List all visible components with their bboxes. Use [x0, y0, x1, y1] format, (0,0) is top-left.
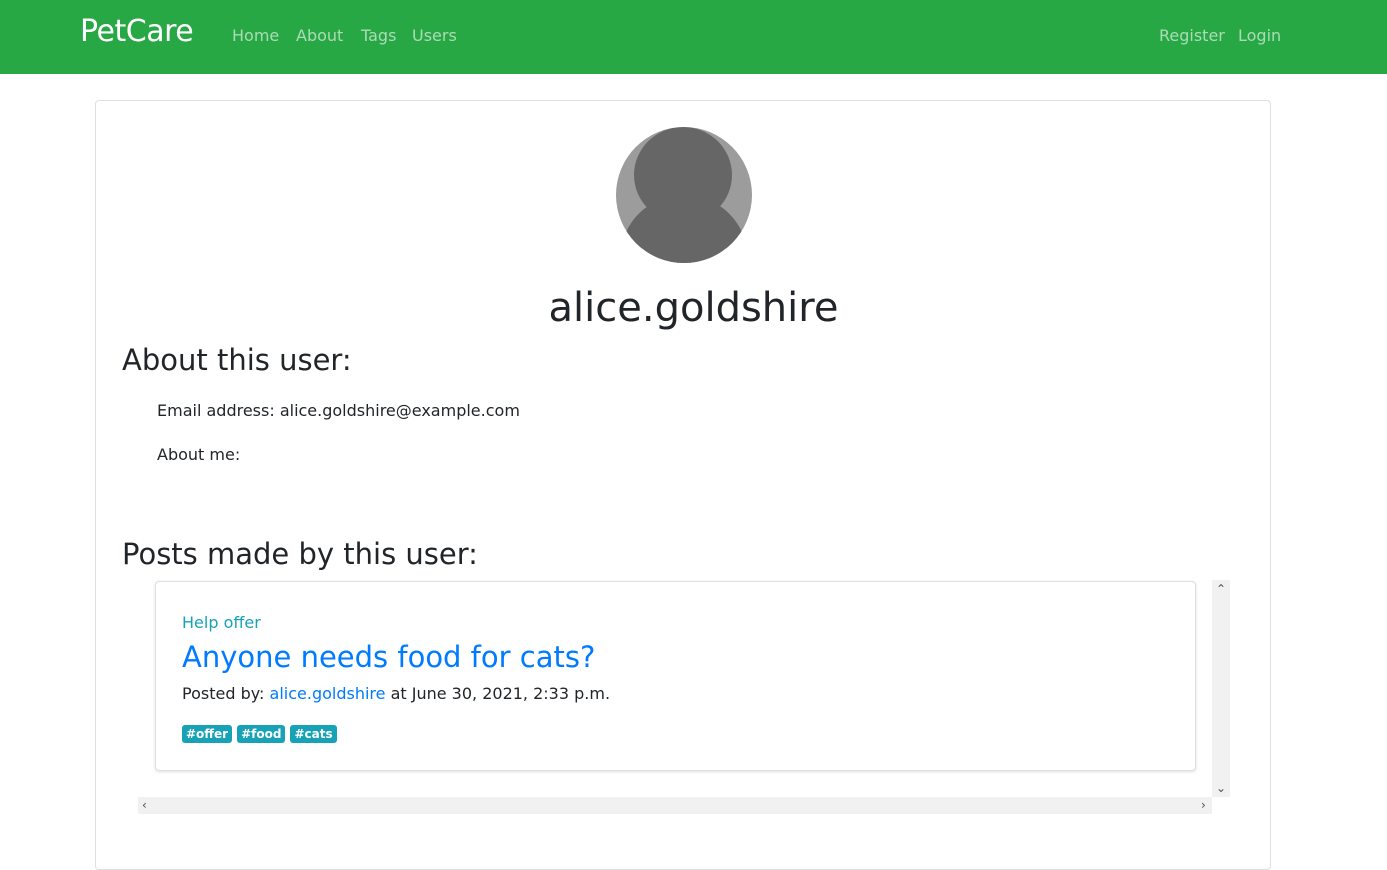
nav-about-link[interactable]: About: [296, 26, 343, 45]
post-tags: #offer #food #cats: [182, 725, 337, 743]
post-meta: Posted by: alice.goldshire at June 30, 2…: [182, 684, 610, 703]
nav-login-link[interactable]: Login: [1238, 26, 1281, 45]
tag-badge[interactable]: #cats: [290, 725, 337, 743]
nav-users-link[interactable]: Users: [412, 26, 457, 45]
vertical-scrollbar[interactable]: ⌃ ⌄: [1212, 580, 1230, 797]
post-date: at June 30, 2021, 2:33 p.m.: [390, 684, 611, 703]
about-me-line: About me:: [157, 445, 241, 464]
nav-tags-link[interactable]: Tags: [361, 26, 396, 45]
horizontal-scrollbar[interactable]: ‹ ›: [138, 797, 1212, 814]
chevron-right-icon[interactable]: ›: [1201, 799, 1206, 811]
chevron-up-icon[interactable]: ⌃: [1216, 583, 1226, 595]
tag-badge[interactable]: #food: [237, 725, 286, 743]
email-line: Email address: alice.goldshire@example.c…: [157, 401, 520, 420]
post-author-link[interactable]: alice.goldshire: [270, 684, 386, 703]
about-heading: About this user:: [122, 343, 352, 377]
post-title-link[interactable]: Anyone needs food for cats?: [182, 640, 595, 674]
profile-username: alice.goldshire: [548, 285, 839, 331]
post-category-link[interactable]: Help offer: [182, 613, 261, 632]
avatar: [616, 127, 752, 263]
posted-by-label: Posted by:: [182, 684, 265, 703]
chevron-left-icon[interactable]: ‹: [142, 799, 147, 811]
avatar-body-shape: [620, 195, 748, 263]
nav-register-link[interactable]: Register: [1159, 26, 1225, 45]
posts-heading: Posts made by this user:: [122, 537, 478, 571]
chevron-down-icon[interactable]: ⌄: [1216, 782, 1226, 794]
brand-logo-link[interactable]: PetCare: [80, 14, 194, 49]
nav-home-link[interactable]: Home: [232, 26, 279, 45]
tag-badge[interactable]: #offer: [182, 725, 233, 743]
navbar: PetCare Home About Tags Users Register L…: [0, 0, 1387, 74]
